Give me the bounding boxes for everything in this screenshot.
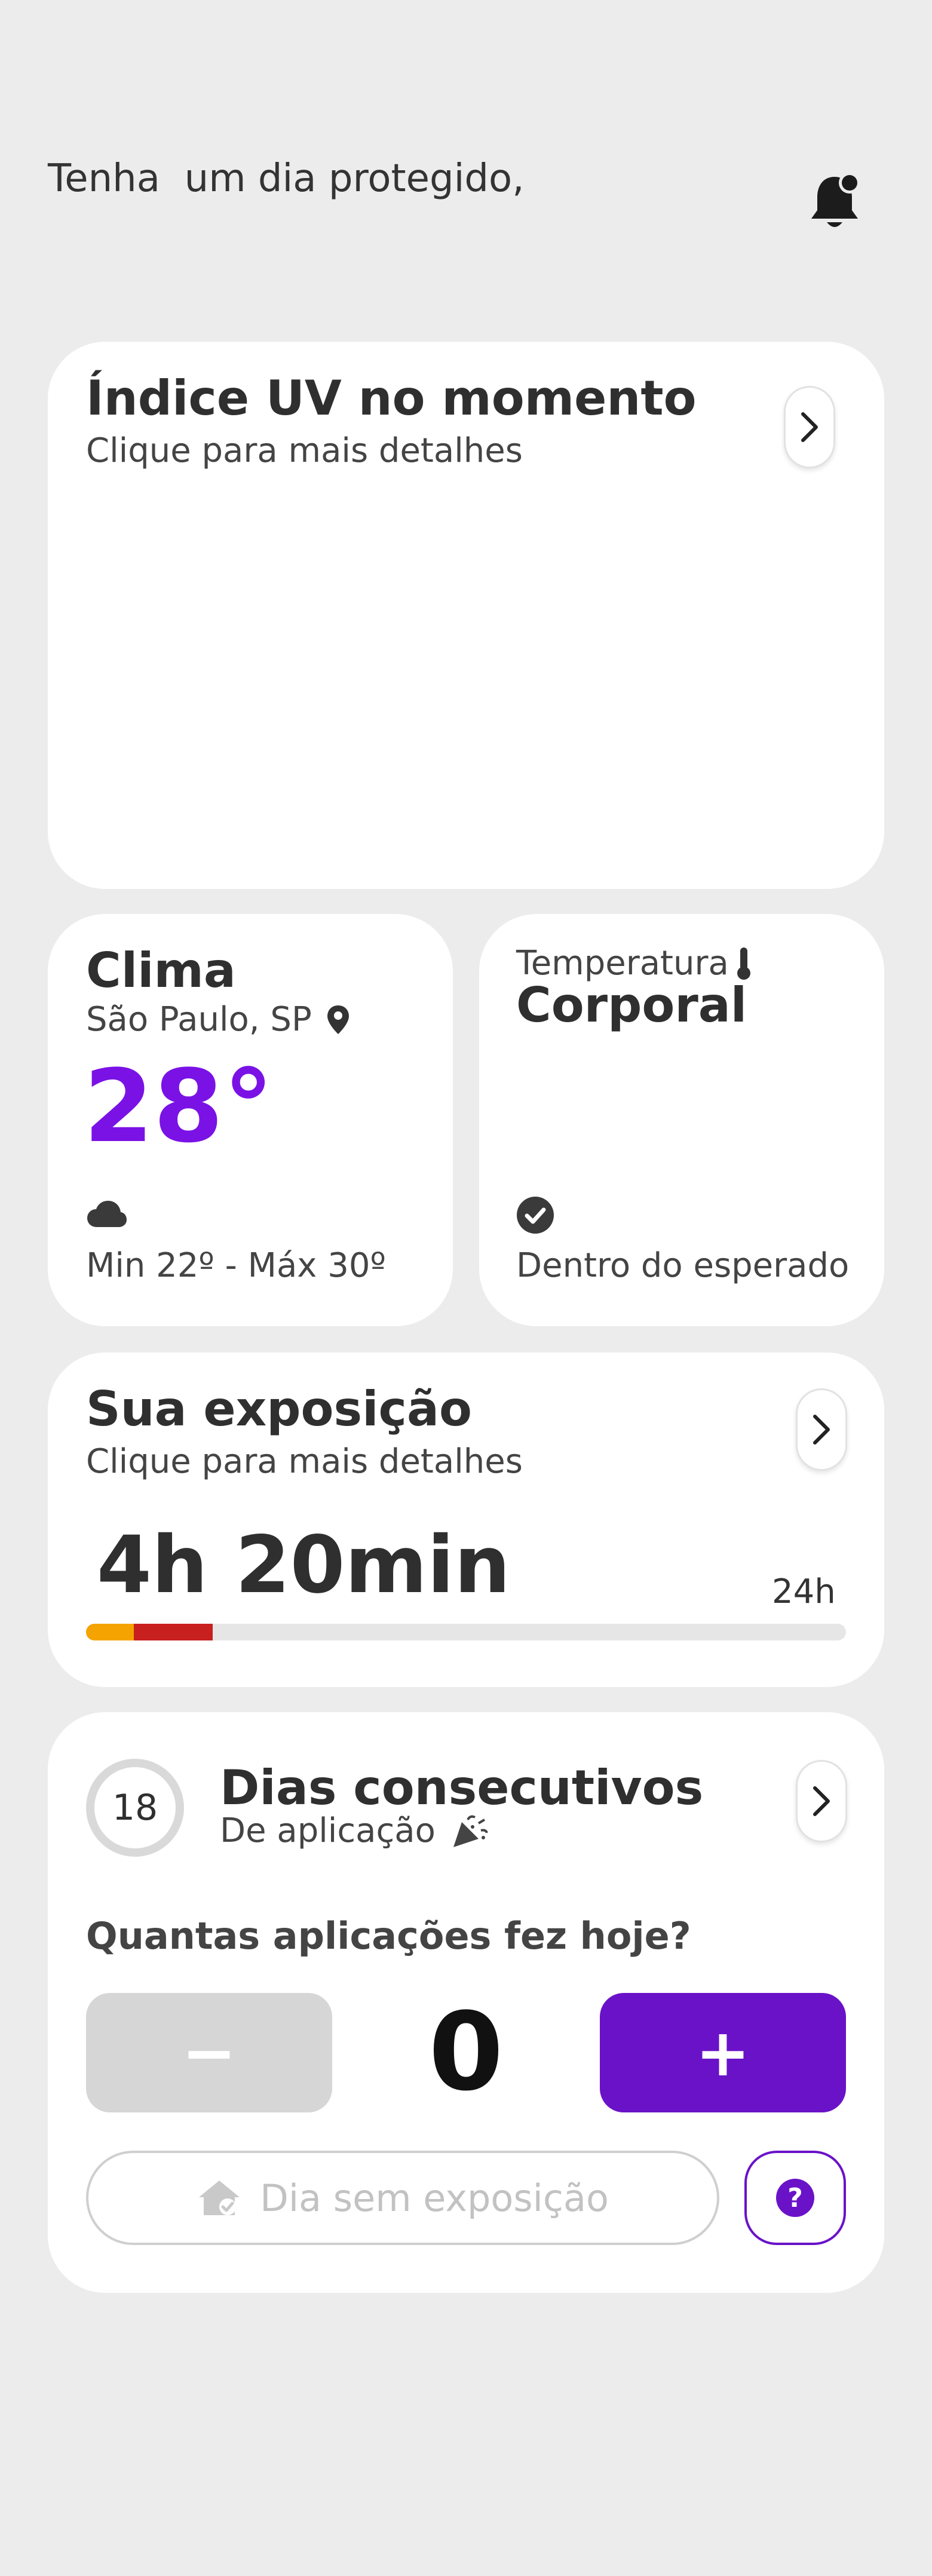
weather-temperature: 28° [84,1048,274,1165]
exposure-details-button[interactable] [796,1388,847,1471]
thermometer-icon [735,946,753,981]
location-pin-icon [326,1004,350,1035]
exposure-card[interactable]: Sua exposição Clique para mais detalhes … [48,1353,884,1687]
location-text: São Paulo, SP [86,1000,312,1039]
applications-count: 0 [428,1990,504,2115]
check-circle-icon [516,1196,554,1234]
exposure-subtitle: Clique para mais detalhes [86,1442,523,1481]
party-popper-icon [451,1814,488,1848]
no-exposure-label: Dia sem exposição [260,2176,609,2220]
help-icon: ? [776,2179,814,2217]
body-temp-status: Dentro do esperado [516,1246,850,1285]
applications-question: Quantas aplicações fez hoje? [86,1914,691,1958]
body-temp-title: Corporal [516,977,747,1033]
cloud-icon [86,1200,128,1228]
exposure-progress-red [133,1624,213,1640]
streak-card: 18 Dias consecutivos De aplicação Quanta… [48,1712,884,2293]
no-exposure-button[interactable]: Dia sem exposição [86,2151,719,2245]
minus-icon: − [181,2014,237,2091]
streak-days-count: 18 [112,1787,158,1829]
streak-days-ring: 18 [86,1759,184,1857]
uv-card-subtitle: Clique para mais detalhes [86,431,523,470]
streak-subtitle: De aplicação [220,1811,436,1850]
streak-details-button[interactable] [796,1760,847,1842]
exposure-title: Sua exposição [86,1381,472,1437]
exposure-max-label: 24h [772,1572,836,1611]
house-check-icon [197,2178,242,2218]
exposure-progress-track [86,1624,846,1640]
increment-button[interactable]: + [600,1993,846,2112]
help-button[interactable]: ? [744,2151,846,2245]
bell-icon[interactable] [808,171,862,233]
plus-icon: + [695,2014,751,2091]
weather-card[interactable]: Clima São Paulo, SP 28° Min 22º - Máx 30… [48,914,453,1326]
weather-range: Min 22º - Máx 30º [86,1246,386,1285]
uv-details-button[interactable] [784,386,835,468]
chevron-right-icon [811,1413,832,1446]
streak-title: Dias consecutivos [220,1760,704,1816]
weather-location: São Paulo, SP [86,1000,350,1039]
help-glyph: ? [787,2182,803,2213]
chevron-right-icon [811,1785,832,1817]
streak-subtitle-row: De aplicação [220,1811,488,1850]
greeting-text: Tenha um dia protegido, [48,157,525,201]
body-temperature-card[interactable]: Temperatura Corporal Dentro do esperado [479,914,884,1326]
chevron-right-icon [799,411,820,443]
weather-title: Clima [86,943,236,998]
decrement-button[interactable]: − [86,1993,332,2112]
uv-index-card[interactable]: Índice UV no momento Clique para mais de… [48,342,884,889]
exposure-progress-orange [86,1624,134,1640]
exposure-time: 4h 20min [97,1519,511,1611]
uv-card-title: Índice UV no momento [86,370,697,426]
